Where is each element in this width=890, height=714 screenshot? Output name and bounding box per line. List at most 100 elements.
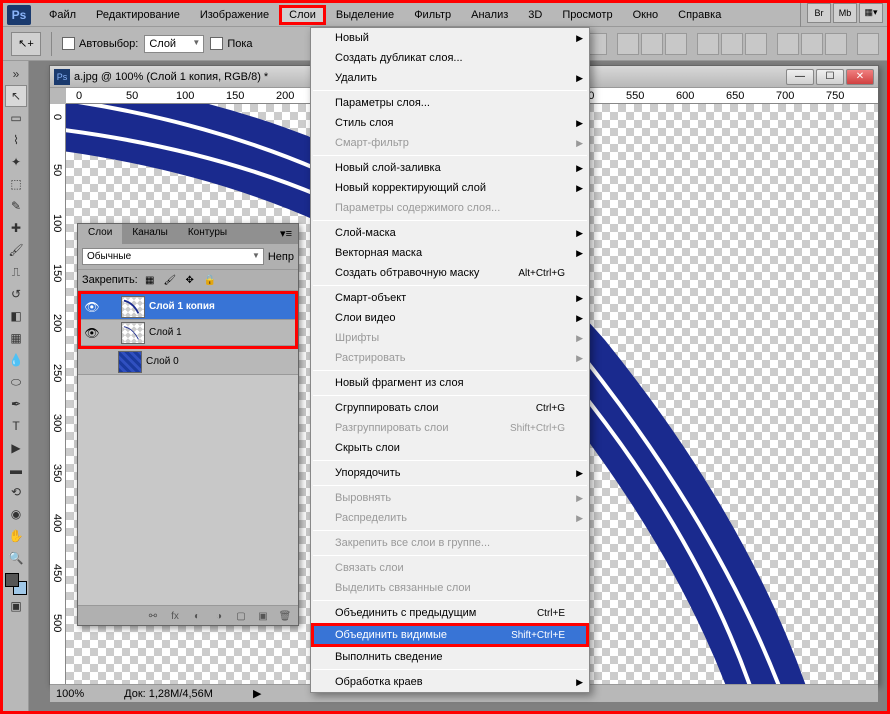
hand-tool[interactable]: ✋	[5, 525, 27, 547]
menu-file[interactable]: Файл	[39, 5, 86, 25]
foreground-color-swatch[interactable]	[5, 573, 19, 587]
menu-3d[interactable]: 3D	[518, 5, 552, 25]
distribute-vcenter-button[interactable]	[721, 33, 743, 55]
eyedropper-tool[interactable]: ✎	[5, 195, 27, 217]
gradient-tool[interactable]: ▦	[5, 327, 27, 349]
distribute-top-button[interactable]	[697, 33, 719, 55]
menu-item-2[interactable]: Удалить▶	[311, 68, 589, 88]
menu-item-16[interactable]: Смарт-объект▶	[311, 288, 589, 308]
layer-name[interactable]: Слой 1	[149, 327, 182, 338]
blur-tool[interactable]: 💧	[5, 349, 27, 371]
layer-name[interactable]: Слой 1 копия	[149, 301, 215, 312]
panel-collapse-icon[interactable]: »	[5, 63, 27, 85]
dodge-tool[interactable]: ⬭	[5, 371, 27, 393]
align-hcenter-button[interactable]	[641, 33, 663, 55]
visibility-icon[interactable]: 👁	[81, 300, 103, 314]
auto-align-button[interactable]	[857, 33, 879, 55]
color-swatches[interactable]	[5, 573, 27, 595]
current-tool-icon[interactable]: ↖+	[11, 32, 41, 56]
menu-item-21[interactable]: Новый фрагмент из слоя	[311, 373, 589, 393]
eraser-tool[interactable]: ◧	[5, 305, 27, 327]
menu-filter[interactable]: Фильтр	[404, 5, 461, 25]
menu-item-38[interactable]: Объединить видимыеShift+Ctrl+E	[311, 623, 589, 647]
menu-help[interactable]: Справка	[668, 5, 731, 25]
tab-channels[interactable]: Каналы	[122, 224, 178, 244]
quick-mask-button[interactable]: ▣	[5, 595, 27, 617]
menu-edit[interactable]: Редактирование	[86, 5, 190, 25]
zoom-value[interactable]: 100%	[56, 688, 84, 700]
distribute-bottom-button[interactable]	[745, 33, 767, 55]
distribute-right-button[interactable]	[825, 33, 847, 55]
distribute-hcenter-button[interactable]	[801, 33, 823, 55]
bridge-button[interactable]: Br	[807, 3, 831, 23]
auto-select-checkbox[interactable]	[62, 37, 75, 50]
panel-menu-icon[interactable]: ▾≡	[274, 224, 298, 244]
lock-transparency-icon[interactable]: ▦	[142, 272, 158, 288]
menu-item-9[interactable]: Новый корректирующий слой▶	[311, 178, 589, 198]
vertical-ruler[interactable]: 0 50 100 150 200 250 300 350 400 450 500	[50, 104, 66, 684]
move-tool[interactable]: ↖	[5, 85, 27, 107]
menu-item-5[interactable]: Стиль слоя▶	[311, 113, 589, 133]
menu-layers[interactable]: Слои	[279, 5, 326, 25]
menu-item-37[interactable]: Объединить с предыдущимCtrl+E	[311, 603, 589, 623]
menu-item-0[interactable]: Новый▶	[311, 28, 589, 48]
menu-image[interactable]: Изображение	[190, 5, 279, 25]
align-left-button[interactable]	[617, 33, 639, 55]
layer-mask-icon[interactable]: ◐	[188, 608, 206, 624]
tab-paths[interactable]: Контуры	[178, 224, 237, 244]
menu-item-23[interactable]: Сгруппировать слоиCtrl+G	[311, 398, 589, 418]
3d-orbit-tool[interactable]: ◉	[5, 503, 27, 525]
mini-bridge-button[interactable]: Mb	[833, 3, 857, 23]
layer-row-0[interactable]: 👁 Слой 1 копия	[81, 294, 295, 320]
lock-position-icon[interactable]: ✥	[182, 272, 198, 288]
menu-item-8[interactable]: Новый слой-заливка▶	[311, 158, 589, 178]
menu-item-17[interactable]: Слои видео▶	[311, 308, 589, 328]
distribute-left-button[interactable]	[777, 33, 799, 55]
path-select-tool[interactable]: ▶	[5, 437, 27, 459]
window-close-button[interactable]: ✕	[846, 69, 874, 85]
brush-tool[interactable]: 🖌	[5, 239, 27, 261]
shape-tool[interactable]: ▬	[5, 459, 27, 481]
menu-item-39[interactable]: Выполнить сведение	[311, 647, 589, 667]
pen-tool[interactable]: ✒	[5, 393, 27, 415]
3d-rotate-tool[interactable]: ⟲	[5, 481, 27, 503]
auto-select-dropdown[interactable]: Слой	[144, 35, 204, 53]
show-transform-checkbox[interactable]	[210, 37, 223, 50]
doc-size-value[interactable]: Док: 1,28M/4,56M	[124, 688, 213, 700]
link-layers-icon[interactable]: ⚯	[144, 608, 162, 624]
lock-pixels-icon[interactable]: 🖌	[162, 272, 178, 288]
lock-all-icon[interactable]: 🔒	[202, 272, 218, 288]
layer-thumbnail[interactable]	[118, 351, 142, 373]
tab-layers[interactable]: Слои	[78, 224, 122, 244]
screen-mode-button[interactable]: ▦▾	[859, 3, 883, 23]
visibility-icon[interactable]: 👁	[81, 326, 103, 340]
window-minimize-button[interactable]: —	[786, 69, 814, 85]
group-icon[interactable]: ▢	[232, 608, 250, 624]
history-brush-tool[interactable]: ↺	[5, 283, 27, 305]
menu-window[interactable]: Окно	[623, 5, 669, 25]
menu-analysis[interactable]: Анализ	[461, 5, 518, 25]
layer-row-2[interactable]: Слой 0	[78, 349, 298, 375]
crop-tool[interactable]: ⬚	[5, 173, 27, 195]
menu-item-14[interactable]: Создать обтравочную маскуAlt+Ctrl+G	[311, 263, 589, 283]
menu-item-27[interactable]: Упорядочить▶	[311, 463, 589, 483]
lasso-tool[interactable]: ⌇	[5, 129, 27, 151]
menu-item-4[interactable]: Параметры слоя...	[311, 93, 589, 113]
layer-row-1[interactable]: 👁 Слой 1	[81, 320, 295, 346]
adjustment-layer-icon[interactable]: ◑	[210, 608, 228, 624]
menu-item-41[interactable]: Обработка краев▶	[311, 672, 589, 692]
menu-select[interactable]: Выделение	[326, 5, 404, 25]
menu-item-1[interactable]: Создать дубликат слоя...	[311, 48, 589, 68]
magic-wand-tool[interactable]: ✦	[5, 151, 27, 173]
blend-mode-select[interactable]: Обычные	[82, 248, 264, 265]
menu-item-12[interactable]: Слой-маска▶	[311, 223, 589, 243]
new-layer-icon[interactable]: ▣	[254, 608, 272, 624]
menu-item-13[interactable]: Векторная маска▶	[311, 243, 589, 263]
menu-view[interactable]: Просмотр	[552, 5, 622, 25]
delete-layer-icon[interactable]: 🗑	[276, 608, 294, 624]
layer-thumbnail[interactable]	[121, 296, 145, 318]
stamp-tool[interactable]: ⎍	[5, 261, 27, 283]
window-maximize-button[interactable]: ☐	[816, 69, 844, 85]
layer-name[interactable]: Слой 0	[146, 356, 179, 367]
layer-style-icon[interactable]: fx	[166, 608, 184, 624]
